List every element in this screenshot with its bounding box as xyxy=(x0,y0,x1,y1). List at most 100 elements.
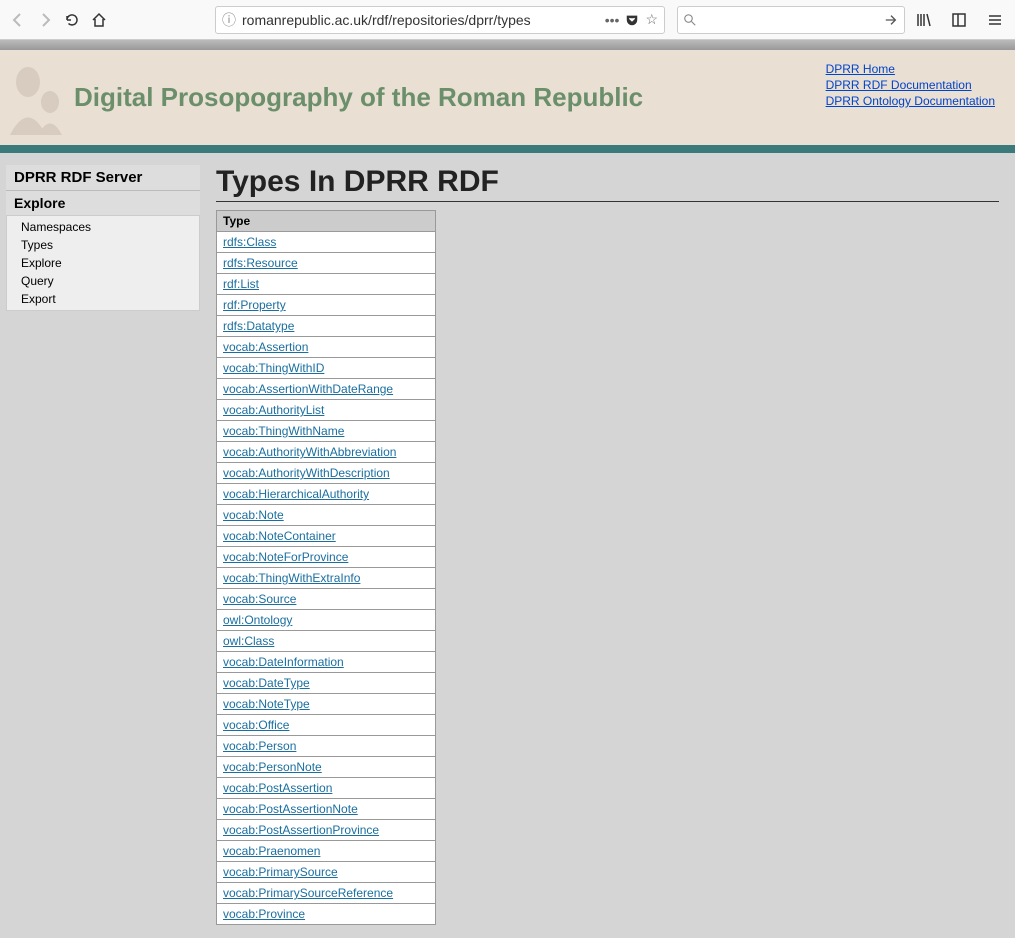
type-link[interactable]: vocab:Note xyxy=(223,508,284,522)
type-link[interactable]: vocab:DateInformation xyxy=(223,655,344,669)
type-link[interactable]: rdf:Property xyxy=(223,298,286,312)
table-row: vocab:Person xyxy=(217,736,436,757)
site-header: Digital Prosopography of the Roman Repub… xyxy=(0,50,1015,145)
table-row: vocab:Office xyxy=(217,715,436,736)
toolbar-right xyxy=(909,6,1009,34)
type-link[interactable]: vocab:PrimarySource xyxy=(223,865,338,879)
table-row: rdfs:Datatype xyxy=(217,316,436,337)
type-link[interactable]: vocab:Office xyxy=(223,718,289,732)
type-link[interactable]: vocab:Assertion xyxy=(223,340,308,354)
type-link[interactable]: vocab:NoteType xyxy=(223,697,310,711)
table-row: owl:Ontology xyxy=(217,610,436,631)
table-row: vocab:AuthorityWithDescription xyxy=(217,463,436,484)
type-link[interactable]: vocab:PrimarySourceReference xyxy=(223,886,393,900)
type-link[interactable]: vocab:HierarchicalAuthority xyxy=(223,487,369,501)
site-logo xyxy=(0,60,70,135)
type-link[interactable]: vocab:NoteForProvince xyxy=(223,550,348,564)
site-info-icon[interactable]: ⓘ xyxy=(222,10,236,30)
type-link[interactable]: rdf:List xyxy=(223,277,259,291)
more-icon[interactable]: ••• xyxy=(605,12,620,28)
table-row: rdfs:Resource xyxy=(217,253,436,274)
page-title: Types In DPRR RDF xyxy=(216,165,999,202)
sidebar: DPRR RDF Server Explore Namespaces Types… xyxy=(6,165,200,925)
type-link[interactable]: vocab:AuthorityWithAbbreviation xyxy=(223,445,396,459)
menu-icon[interactable] xyxy=(981,6,1009,34)
type-link[interactable]: vocab:DateType xyxy=(223,676,310,690)
types-table-header: Type xyxy=(217,211,436,232)
search-input[interactable] xyxy=(702,12,878,27)
type-link[interactable]: vocab:Person xyxy=(223,739,296,753)
back-button[interactable] xyxy=(6,6,29,34)
sidebar-item-export[interactable]: Export xyxy=(7,290,199,308)
sidebar-item-explore[interactable]: Explore xyxy=(7,254,199,272)
type-link[interactable]: vocab:PostAssertionNote xyxy=(223,802,358,816)
home-button[interactable] xyxy=(88,6,111,34)
header-link-home[interactable]: DPRR Home xyxy=(826,62,995,76)
type-link[interactable]: vocab:Praenomen xyxy=(223,844,320,858)
content-column: Types In DPRR RDF Type rdfs:Class rdfs:Re… xyxy=(200,165,1015,925)
table-row: vocab:PostAssertionNote xyxy=(217,799,436,820)
table-row: vocab:AuthorityWithAbbreviation xyxy=(217,442,436,463)
type-link[interactable]: vocab:AuthorityList xyxy=(223,403,324,417)
table-row: rdfs:Class xyxy=(217,232,436,253)
sidebar-items: Namespaces Types Explore Query Export xyxy=(6,215,200,311)
type-link[interactable]: vocab:Source xyxy=(223,592,296,606)
sidebar-item-namespaces[interactable]: Namespaces xyxy=(7,218,199,236)
sidebar-icon[interactable] xyxy=(945,6,973,34)
header-link-rdf-doc[interactable]: DPRR RDF Documentation xyxy=(826,78,995,92)
type-link[interactable]: rdfs:Class xyxy=(223,235,276,249)
url-bar[interactable]: ⓘ ••• ☆ xyxy=(215,6,665,34)
type-link[interactable]: rdfs:Datatype xyxy=(223,319,294,333)
browser-toolbar: ⓘ ••• ☆ xyxy=(0,0,1015,40)
header-link-ontology-doc[interactable]: DPRR Ontology Documentation xyxy=(826,94,995,108)
type-link[interactable]: vocab:PersonNote xyxy=(223,760,322,774)
search-bar[interactable] xyxy=(677,6,905,34)
bookmark-icon[interactable]: ☆ xyxy=(645,11,658,28)
sidebar-title: DPRR RDF Server xyxy=(6,165,200,191)
type-link[interactable]: vocab:ThingWithName xyxy=(223,424,344,438)
table-row: vocab:PostAssertionProvince xyxy=(217,820,436,841)
sidebar-item-query[interactable]: Query xyxy=(7,272,199,290)
page-viewport: Digital Prosopography of the Roman Repub… xyxy=(0,40,1015,938)
type-link[interactable]: vocab:ThingWithExtraInfo xyxy=(223,571,360,585)
url-input[interactable] xyxy=(242,12,599,28)
table-row: vocab:Assertion xyxy=(217,337,436,358)
library-icon[interactable] xyxy=(909,6,937,34)
table-row: vocab:Source xyxy=(217,589,436,610)
type-link[interactable]: vocab:AssertionWithDateRange xyxy=(223,382,393,396)
reload-button[interactable] xyxy=(61,6,84,34)
table-row: vocab:ThingWithID xyxy=(217,358,436,379)
sidebar-section: Explore xyxy=(6,191,200,215)
table-row: vocab:PrimarySourceReference xyxy=(217,883,436,904)
main-area: DPRR RDF Server Explore Namespaces Types… xyxy=(0,153,1015,925)
table-row: vocab:Note xyxy=(217,505,436,526)
table-row: rdf:List xyxy=(217,274,436,295)
table-row: vocab:PostAssertion xyxy=(217,778,436,799)
forward-button[interactable] xyxy=(33,6,56,34)
table-row: rdf:Property xyxy=(217,295,436,316)
type-link[interactable]: rdfs:Resource xyxy=(223,256,298,270)
search-go-icon[interactable] xyxy=(884,13,898,27)
table-row: vocab:NoteContainer xyxy=(217,526,436,547)
header-links: DPRR Home DPRR RDF Documentation DPRR On… xyxy=(826,62,995,110)
table-row: vocab:ThingWithName xyxy=(217,421,436,442)
type-link[interactable]: vocab:ThingWithID xyxy=(223,361,324,375)
table-row: vocab:Praenomen xyxy=(217,841,436,862)
type-link[interactable]: vocab:PostAssertionProvince xyxy=(223,823,379,837)
table-row: vocab:HierarchicalAuthority xyxy=(217,484,436,505)
type-link[interactable]: vocab:PostAssertion xyxy=(223,781,332,795)
type-link[interactable]: owl:Ontology xyxy=(223,613,292,627)
table-row: vocab:ThingWithExtraInfo xyxy=(217,568,436,589)
type-link[interactable]: vocab:NoteContainer xyxy=(223,529,336,543)
types-table: Type rdfs:Class rdfs:Resource rdf:List rdf:… xyxy=(216,210,436,925)
type-link[interactable]: vocab:Province xyxy=(223,907,305,921)
type-link[interactable]: owl:Class xyxy=(223,634,274,648)
sidebar-item-types[interactable]: Types xyxy=(7,236,199,254)
table-row: vocab:PrimarySource xyxy=(217,862,436,883)
pocket-icon[interactable] xyxy=(625,13,639,27)
table-row: owl:Class xyxy=(217,631,436,652)
type-link[interactable]: vocab:AuthorityWithDescription xyxy=(223,466,390,480)
site-title: Digital Prosopography of the Roman Repub… xyxy=(74,82,643,113)
table-row: vocab:AuthorityList xyxy=(217,400,436,421)
table-row: vocab:Province xyxy=(217,904,436,925)
